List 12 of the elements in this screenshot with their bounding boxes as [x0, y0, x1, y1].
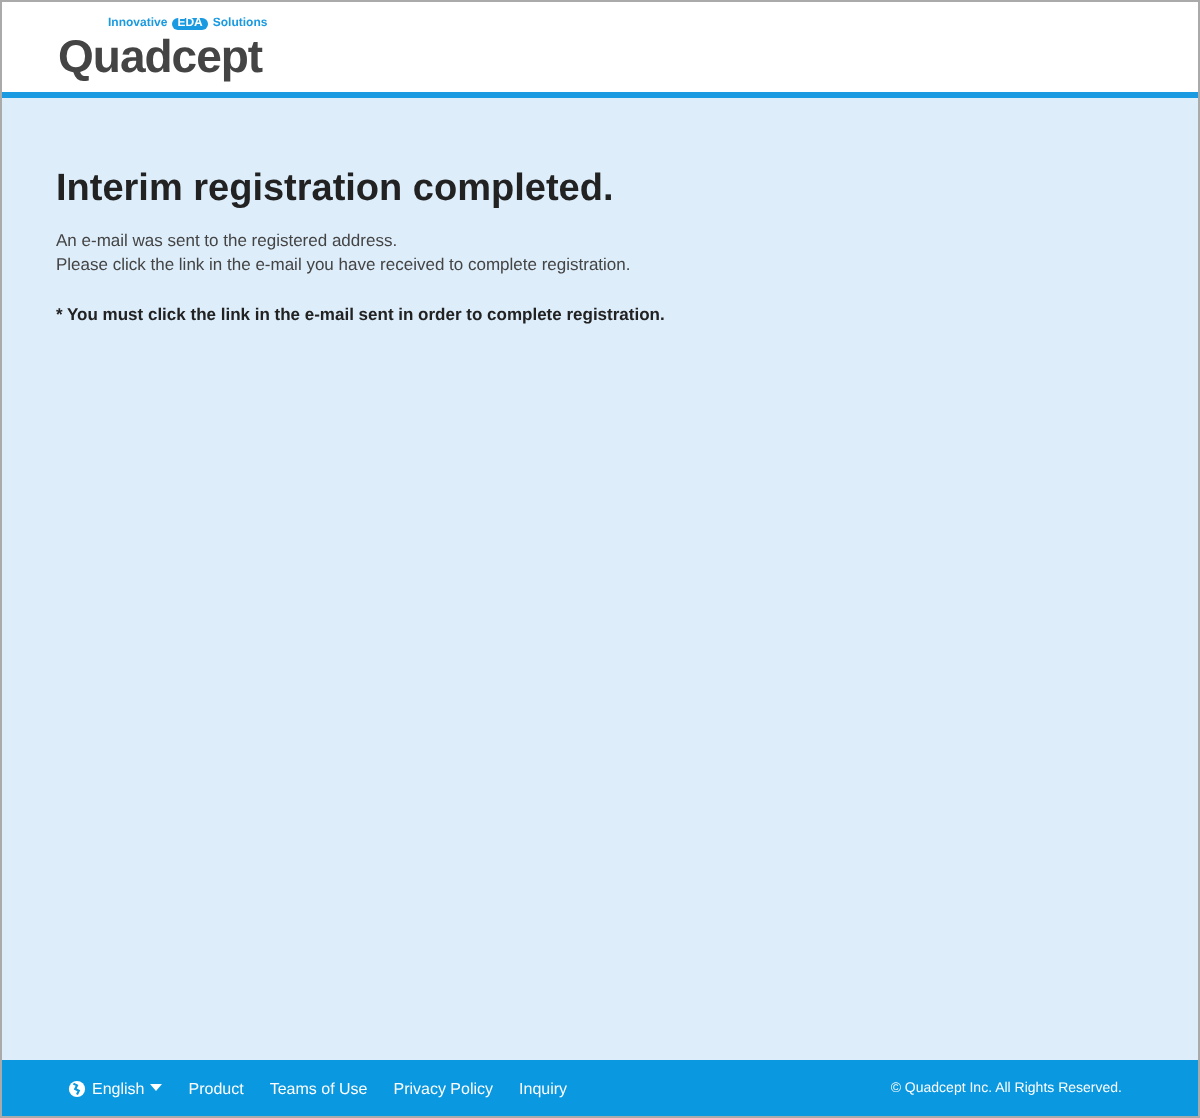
footer-link[interactable]: Teams of Use: [269, 1079, 368, 1097]
globe-icon: [68, 1079, 86, 1097]
message-text: An e-mail was sent to the registered address.: [56, 228, 400, 252]
logo-wordmark[interactable]: Quadcept: [58, 32, 263, 80]
footer-link[interactable]: Inquiry: [519, 1079, 568, 1097]
footer-link[interactable]: Product: [188, 1079, 244, 1097]
page-title: Interim registration completed.: [56, 168, 616, 212]
language-selector[interactable]: English: [68, 1079, 163, 1097]
note-text: * You must click the link in the e-mail sent in order to complete registration.: [56, 304, 667, 324]
caret-icon: [150, 1084, 163, 1092]
message-text: Please click the link in the e-mail you have received to complete registration.: [56, 252, 633, 276]
footer-link[interactable]: Privacy Policy: [393, 1079, 494, 1097]
